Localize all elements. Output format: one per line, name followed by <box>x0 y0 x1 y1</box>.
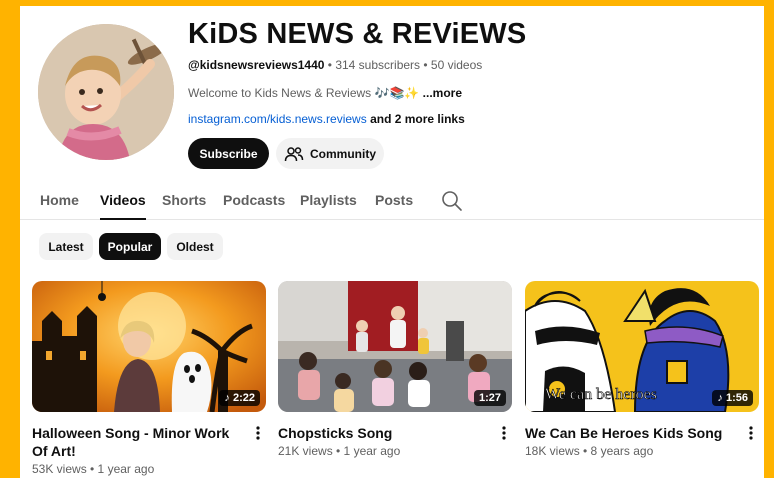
filter-popular[interactable]: Popular <box>99 233 161 260</box>
channel-links: instagram.com/kids.news.reviews and 2 mo… <box>188 112 465 126</box>
tab-videos[interactable]: Videos <box>100 192 146 220</box>
channel-meta: @kidsnewsreviews1440 • 314 subscribers •… <box>188 58 482 72</box>
search-icon[interactable] <box>441 190 463 212</box>
instagram-link[interactable]: instagram.com/kids.news.reviews <box>188 112 367 126</box>
tab-posts[interactable]: Posts <box>375 192 413 208</box>
video-thumbnail-heroes[interactable]: We can be heroes ♪ 1:56 <box>525 281 759 412</box>
tab-home[interactable]: Home <box>40 192 79 208</box>
thumbnail-caption: We can be heroes <box>545 386 657 403</box>
video-thumbnail-chopsticks[interactable]: 1:27 <box>278 281 512 412</box>
channel-page: KiDS NEWS & REViEWS @kidsnewsreviews1440… <box>20 6 764 478</box>
channel-handle: @kidsnewsreviews1440 <box>188 58 325 72</box>
community-label: Community <box>310 146 376 161</box>
people-icon <box>284 146 304 161</box>
description-more[interactable]: ...more <box>423 86 462 100</box>
description-text: Welcome to Kids News & Reviews 🎶📚✨ <box>188 86 423 100</box>
video-meta-chopsticks: 21K views • 1 year ago <box>278 444 401 458</box>
channel-description[interactable]: Welcome to Kids News & Reviews 🎶📚✨ ...mo… <box>188 86 462 100</box>
channel-title: KiDS NEWS & REViEWS <box>188 18 527 50</box>
video-title-heroes[interactable]: We Can Be Heroes Kids Song <box>525 424 740 442</box>
community-button[interactable]: Community <box>276 138 384 169</box>
tab-playlists[interactable]: Playlists <box>300 192 357 208</box>
subscribe-button[interactable]: Subscribe <box>188 138 269 169</box>
video-title-halloween[interactable]: Halloween Song - Minor Work Of Art! <box>32 424 242 460</box>
channel-tabs: Home Videos Shorts Podcasts Playlists Po… <box>20 184 764 220</box>
tab-podcasts[interactable]: Podcasts <box>223 192 285 208</box>
video-duration: ♪ 1:56 <box>712 390 753 406</box>
kebab-menu-icon[interactable] <box>498 425 510 441</box>
more-links[interactable]: and 2 more links <box>367 112 465 126</box>
video-thumbnail-halloween[interactable]: ♪ 2:22 <box>32 281 266 412</box>
channel-avatar[interactable] <box>38 24 174 160</box>
video-meta-heroes: 18K views • 8 years ago <box>525 444 654 458</box>
tab-shorts[interactable]: Shorts <box>162 192 206 208</box>
video-duration: ♪ 2:22 <box>219 390 260 406</box>
channel-stats: • 314 subscribers • 50 videos <box>324 58 483 72</box>
filter-oldest[interactable]: Oldest <box>167 233 223 260</box>
kebab-menu-icon[interactable] <box>252 425 264 441</box>
avatar-illustration <box>38 24 174 160</box>
video-duration: 1:27 <box>473 390 506 406</box>
video-title-chopsticks[interactable]: Chopsticks Song <box>278 424 488 442</box>
filter-latest[interactable]: Latest <box>39 233 93 260</box>
kebab-menu-icon[interactable] <box>745 425 757 441</box>
video-meta-halloween: 53K views • 1 year ago <box>32 462 155 476</box>
